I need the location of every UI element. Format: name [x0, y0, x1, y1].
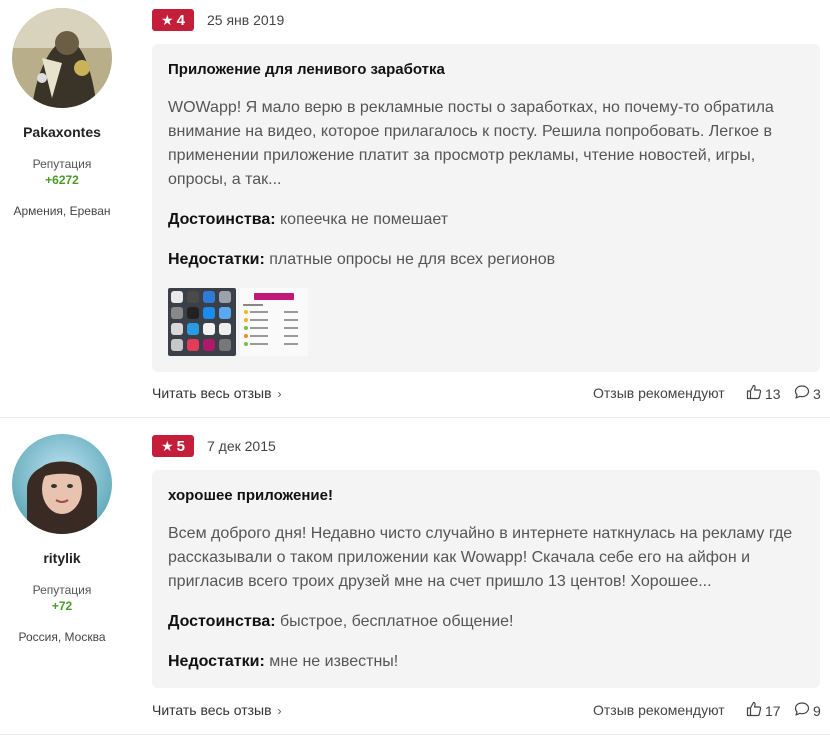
pros-label: Достоинства: [168, 211, 276, 228]
comment-count: 3 [813, 385, 821, 402]
pros: Достоинства: быстрое, бесплатное общение… [168, 613, 513, 631]
read-full-review-link[interactable]: Читать весь отзыв › [152, 385, 282, 401]
recommend-label: Отзыв рекомендуют [593, 385, 725, 401]
cons-text: мне не известны! [269, 653, 399, 670]
rating-value: 4 [176, 11, 185, 29]
review-body[interactable]: Приложение для ленивого заработка WOWapp… [152, 44, 820, 372]
thumbs-up-icon [746, 701, 762, 720]
star-icon: ★ [161, 12, 174, 28]
review-photo-thumbnail[interactable] [240, 288, 308, 356]
review-text: WOWapp! Я мало верю в рекламные посты о … [168, 99, 774, 188]
like-button[interactable]: 13 [746, 384, 781, 403]
review-date: 25 янв 2019 [207, 12, 285, 28]
review-title[interactable]: Приложение для ленивого заработка [168, 61, 445, 78]
comment-icon [794, 384, 810, 403]
cons: Недостатки: платные опросы не для всех р… [168, 251, 555, 269]
author-name[interactable]: ritylik [0, 550, 124, 566]
cons-text: платные опросы не для всех регионов [269, 251, 556, 268]
rating-badge: ★ 5 [152, 435, 194, 457]
cons: Недостатки: мне не известны! [168, 653, 398, 671]
read-full-review-label: Читать весь отзыв [152, 702, 272, 718]
pros-label: Достоинства: [168, 613, 276, 630]
review-title[interactable]: хорошее приложение! [168, 487, 333, 504]
chevron-right-icon: › [277, 387, 282, 401]
avatar[interactable] [12, 434, 112, 534]
review-date: 7 дек 2015 [207, 438, 276, 454]
thumbs-up-icon [746, 384, 762, 403]
pros-text: копеечка не помешает [280, 211, 449, 228]
pros: Достоинства: копеечка не помешает [168, 211, 448, 229]
review-text: Всем доброго дня! Недавно чисто случайно… [168, 525, 793, 590]
avatar[interactable] [12, 8, 112, 108]
author-location: Россия, Москва [18, 630, 106, 644]
comment-icon [794, 701, 810, 720]
chevron-right-icon: › [277, 704, 282, 718]
like-count: 17 [765, 702, 781, 719]
author-name[interactable]: Pakaxontes [0, 124, 124, 140]
comments-button[interactable]: 3 [794, 384, 821, 403]
comments-button[interactable]: 9 [794, 701, 821, 720]
reputation-value: +6272 [45, 173, 79, 187]
like-button[interactable]: 17 [746, 701, 781, 720]
reputation-label: Репутация [32, 157, 92, 171]
read-full-review-link[interactable]: Читать весь отзыв › [152, 702, 282, 718]
review-photo-thumbnail[interactable] [168, 288, 236, 356]
like-count: 13 [765, 385, 781, 402]
recommend-label: Отзыв рекомендуют [593, 702, 725, 718]
rating-value: 5 [176, 437, 185, 455]
pros-text: быстрое, бесплатное общение! [280, 613, 514, 630]
rating-badge: ★ 4 [152, 9, 194, 31]
cons-label: Недостатки: [168, 251, 265, 268]
cons-label: Недостатки: [168, 653, 265, 670]
author-location: Армения, Ереван [13, 204, 111, 218]
star-icon: ★ [161, 438, 174, 454]
review-card: ritylik Репутация +72 Россия, Москва ★ 5… [0, 418, 830, 735]
reputation-value: +72 [51, 599, 73, 613]
reputation-label: Репутация [32, 583, 92, 597]
read-full-review-label: Читать весь отзыв [152, 385, 272, 401]
comment-count: 9 [813, 702, 821, 719]
review-body[interactable]: хорошее приложение! Всем доброго дня! Не… [152, 470, 820, 688]
review-card: Pakaxontes Репутация +6272 Армения, Ерев… [0, 0, 830, 418]
